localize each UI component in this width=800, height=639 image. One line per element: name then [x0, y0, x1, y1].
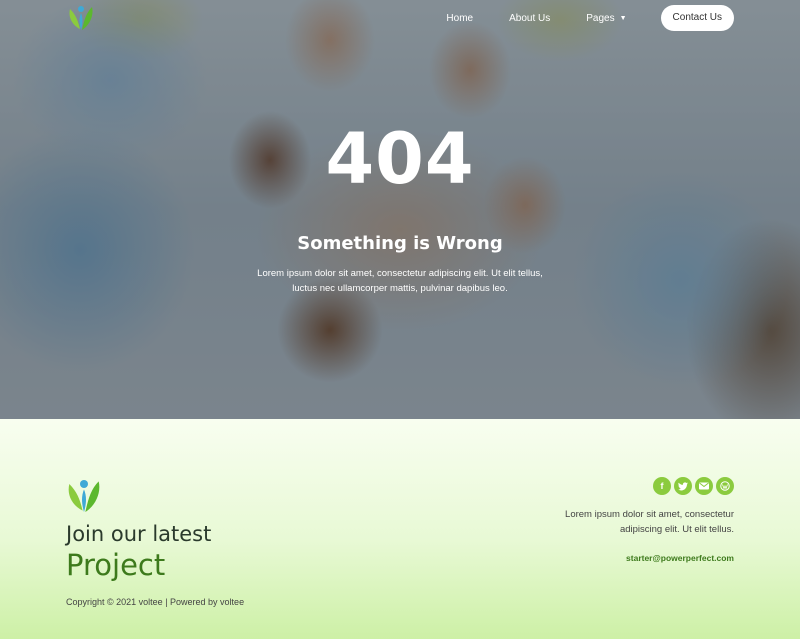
error-title: Something is Wrong	[297, 233, 503, 254]
copyright-text: Copyright © 2021 voltee | Powered by vol…	[66, 597, 245, 607]
footer-description: Lorem ipsum dolor sit amet, consectetur …	[565, 509, 734, 535]
nav-home-label: Home	[446, 12, 474, 24]
error-description: Lorem ipsum dolor sit amet, consectetur …	[257, 268, 543, 294]
error-code: 404	[325, 118, 475, 200]
nav-item-home[interactable]: Home	[446, 13, 473, 24]
nav-pages-label: Pages	[586, 12, 615, 24]
contact-us-button[interactable]: Contact Us	[660, 5, 734, 31]
leaf-people-logo-icon	[69, 6, 93, 30]
site-logo[interactable]	[66, 3, 96, 33]
twitter-icon[interactable]	[674, 477, 692, 495]
nav-item-about[interactable]: About Us	[509, 13, 550, 24]
main-nav: Home About Us Pages ▼ Contact Us	[410, 5, 734, 31]
leaf-people-logo-icon	[68, 480, 100, 512]
nav-item-pages[interactable]: Pages ▼	[586, 13, 626, 24]
footer-logo[interactable]	[64, 476, 104, 516]
facebook-icon[interactable]: f	[653, 477, 671, 495]
email-icon[interactable]	[695, 477, 713, 495]
contact-email-link[interactable]: starter@powerperfect.com	[626, 553, 734, 563]
nav-about-label: About Us	[509, 12, 551, 24]
project-heading: Project	[66, 548, 166, 582]
wordpress-icon[interactable]	[716, 477, 734, 495]
hero-section: Home About Us Pages ▼ Contact Us 404 Som…	[0, 0, 800, 419]
social-links: f	[650, 477, 734, 495]
join-heading: Join our latest	[66, 522, 212, 546]
chevron-down-icon: ▼	[619, 14, 627, 22]
